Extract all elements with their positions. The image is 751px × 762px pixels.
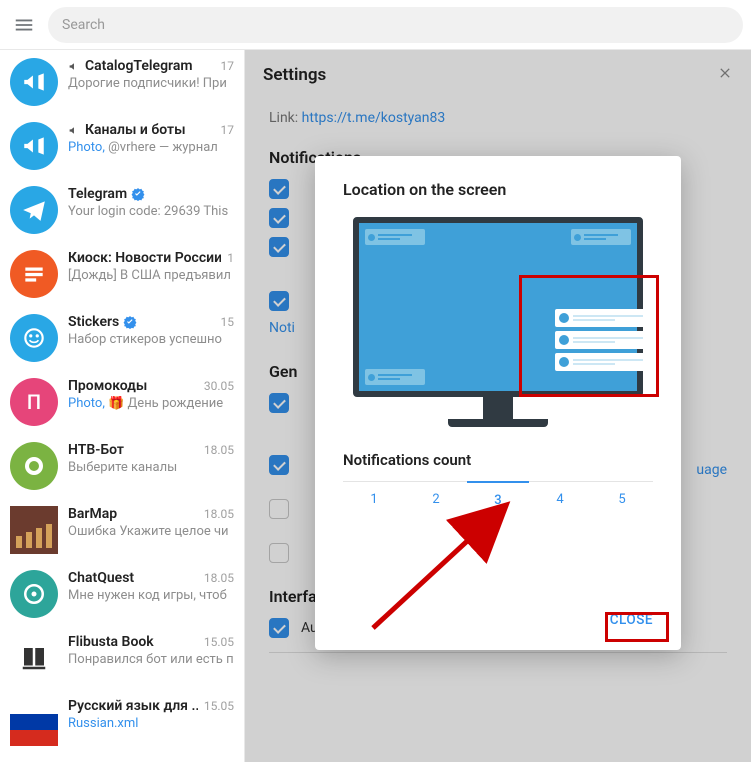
- search-placeholder: Search: [62, 17, 105, 33]
- avatar: П: [10, 378, 58, 426]
- search-input[interactable]: Search: [48, 7, 743, 43]
- avatar: [10, 250, 58, 298]
- chat-name: Flibusta Book: [68, 634, 154, 650]
- chat-item[interactable]: Flibusta Book 15.05 Понравился бот или ест…: [0, 626, 244, 690]
- chat-list: CatalogTelegram 17 Дорогие подписчики! При…: [0, 50, 245, 762]
- verified-icon: [131, 187, 145, 201]
- chat-item[interactable]: Киоск: Новости России 1 [Дождь] В США пред…: [0, 242, 244, 306]
- avatar: [10, 58, 58, 106]
- chat-name: Русский язык для ...: [68, 698, 198, 714]
- chat-preview: Russian.xml: [68, 716, 234, 731]
- avatar: [10, 442, 58, 490]
- chat-item[interactable]: ChatQuest 18.05 Мне нужен код игры, чтоб: [0, 562, 244, 626]
- chat-item[interactable]: П Промокоды 30.05 Photo, 🎁 День рождение: [0, 370, 244, 434]
- avatar: [10, 314, 58, 362]
- chat-time: 18.05: [204, 571, 234, 585]
- avatar: [10, 122, 58, 170]
- chat-name: BarMap: [68, 506, 117, 522]
- chat-time: 18.05: [204, 507, 234, 521]
- position-top-right[interactable]: [571, 229, 631, 245]
- count-option-5[interactable]: 5: [591, 482, 653, 520]
- chat-item[interactable]: Telegram Your login code: 29639 This: [0, 178, 244, 242]
- chat-preview: Мне нужен код игры, чтоб: [68, 588, 234, 603]
- chat-preview: Выберите каналы: [68, 460, 234, 475]
- count-option-3[interactable]: 3: [467, 481, 529, 520]
- position-top-left[interactable]: [365, 229, 425, 245]
- avatar: [10, 634, 58, 682]
- chat-preview: Photo, @vrhere — журнал: [68, 140, 234, 155]
- chat-preview: Набор стикеров успешно: [68, 332, 234, 347]
- chat-item[interactable]: CatalogTelegram 17 Дорогие подписчики! При: [0, 50, 244, 114]
- count-option-2[interactable]: 2: [405, 482, 467, 520]
- avatar: [10, 570, 58, 618]
- count-option-4[interactable]: 4: [529, 482, 591, 520]
- chat-name: Stickers: [68, 314, 137, 330]
- chat-item[interactable]: Stickers 15 Набор стикеров успешно: [0, 306, 244, 370]
- chat-time: 15.05: [204, 699, 234, 713]
- chat-name: Telegram: [68, 186, 145, 202]
- chat-name: НТВ-Бот: [68, 442, 124, 458]
- chat-item[interactable]: Русский язык для ... 15.05 Russian.xml: [0, 690, 244, 754]
- chat-name: Промокоды: [68, 378, 147, 394]
- chat-time: 15: [221, 315, 235, 329]
- chat-name: CatalogTelegram: [68, 58, 193, 74]
- verified-icon: [123, 315, 137, 329]
- chat-time: 30.05: [204, 379, 234, 393]
- chat-preview: Ошибка Укажите целое чи: [68, 524, 234, 539]
- chat-time: 17: [221, 123, 235, 137]
- position-bottom-left[interactable]: [365, 369, 425, 385]
- count-option-1[interactable]: 1: [343, 482, 405, 520]
- chat-time: 17: [221, 59, 235, 73]
- chat-time: 18.05: [204, 443, 234, 457]
- chat-preview: [Дождь] В США предъявил: [68, 268, 234, 283]
- chat-name: ChatQuest: [68, 570, 134, 586]
- modal-title: Location on the screen: [343, 180, 653, 199]
- notifications-count-title: Notifications count: [343, 451, 653, 469]
- annotation-highlight-box: [519, 275, 659, 397]
- menu-button[interactable]: [0, 1, 48, 49]
- channel-icon: [68, 60, 81, 73]
- chat-item[interactable]: НТВ-Бот 18.05 Выберите каналы: [0, 434, 244, 498]
- chat-preview: Понравился бот или есть п: [68, 652, 234, 667]
- avatar: [10, 186, 58, 234]
- chat-time: 1: [227, 251, 234, 265]
- hamburger-icon: [13, 14, 35, 36]
- chat-preview: Photo, 🎁 День рождение: [68, 396, 234, 411]
- screen-position-picker[interactable]: [343, 217, 653, 427]
- chat-item[interactable]: Каналы и боты 17 Photo, @vrhere — журнал: [0, 114, 244, 178]
- channel-icon: [68, 124, 81, 137]
- chat-name: Киоск: Новости России: [68, 250, 221, 266]
- modal-close-button[interactable]: CLOSE: [600, 604, 663, 636]
- chat-item[interactable]: BarMap 18.05 Ошибка Укажите целое чи: [0, 498, 244, 562]
- chat-preview: Your login code: 29639 This: [68, 204, 234, 219]
- location-modal: Location on the screen Notifications cou…: [315, 156, 681, 650]
- chat-name: Каналы и боты: [68, 122, 186, 138]
- chat-time: 15.05: [204, 635, 234, 649]
- chat-preview: Дорогие подписчики! При: [68, 76, 234, 91]
- avatar: [10, 506, 58, 554]
- avatar: [10, 698, 58, 746]
- notifications-count-selector: 12345: [343, 481, 653, 520]
